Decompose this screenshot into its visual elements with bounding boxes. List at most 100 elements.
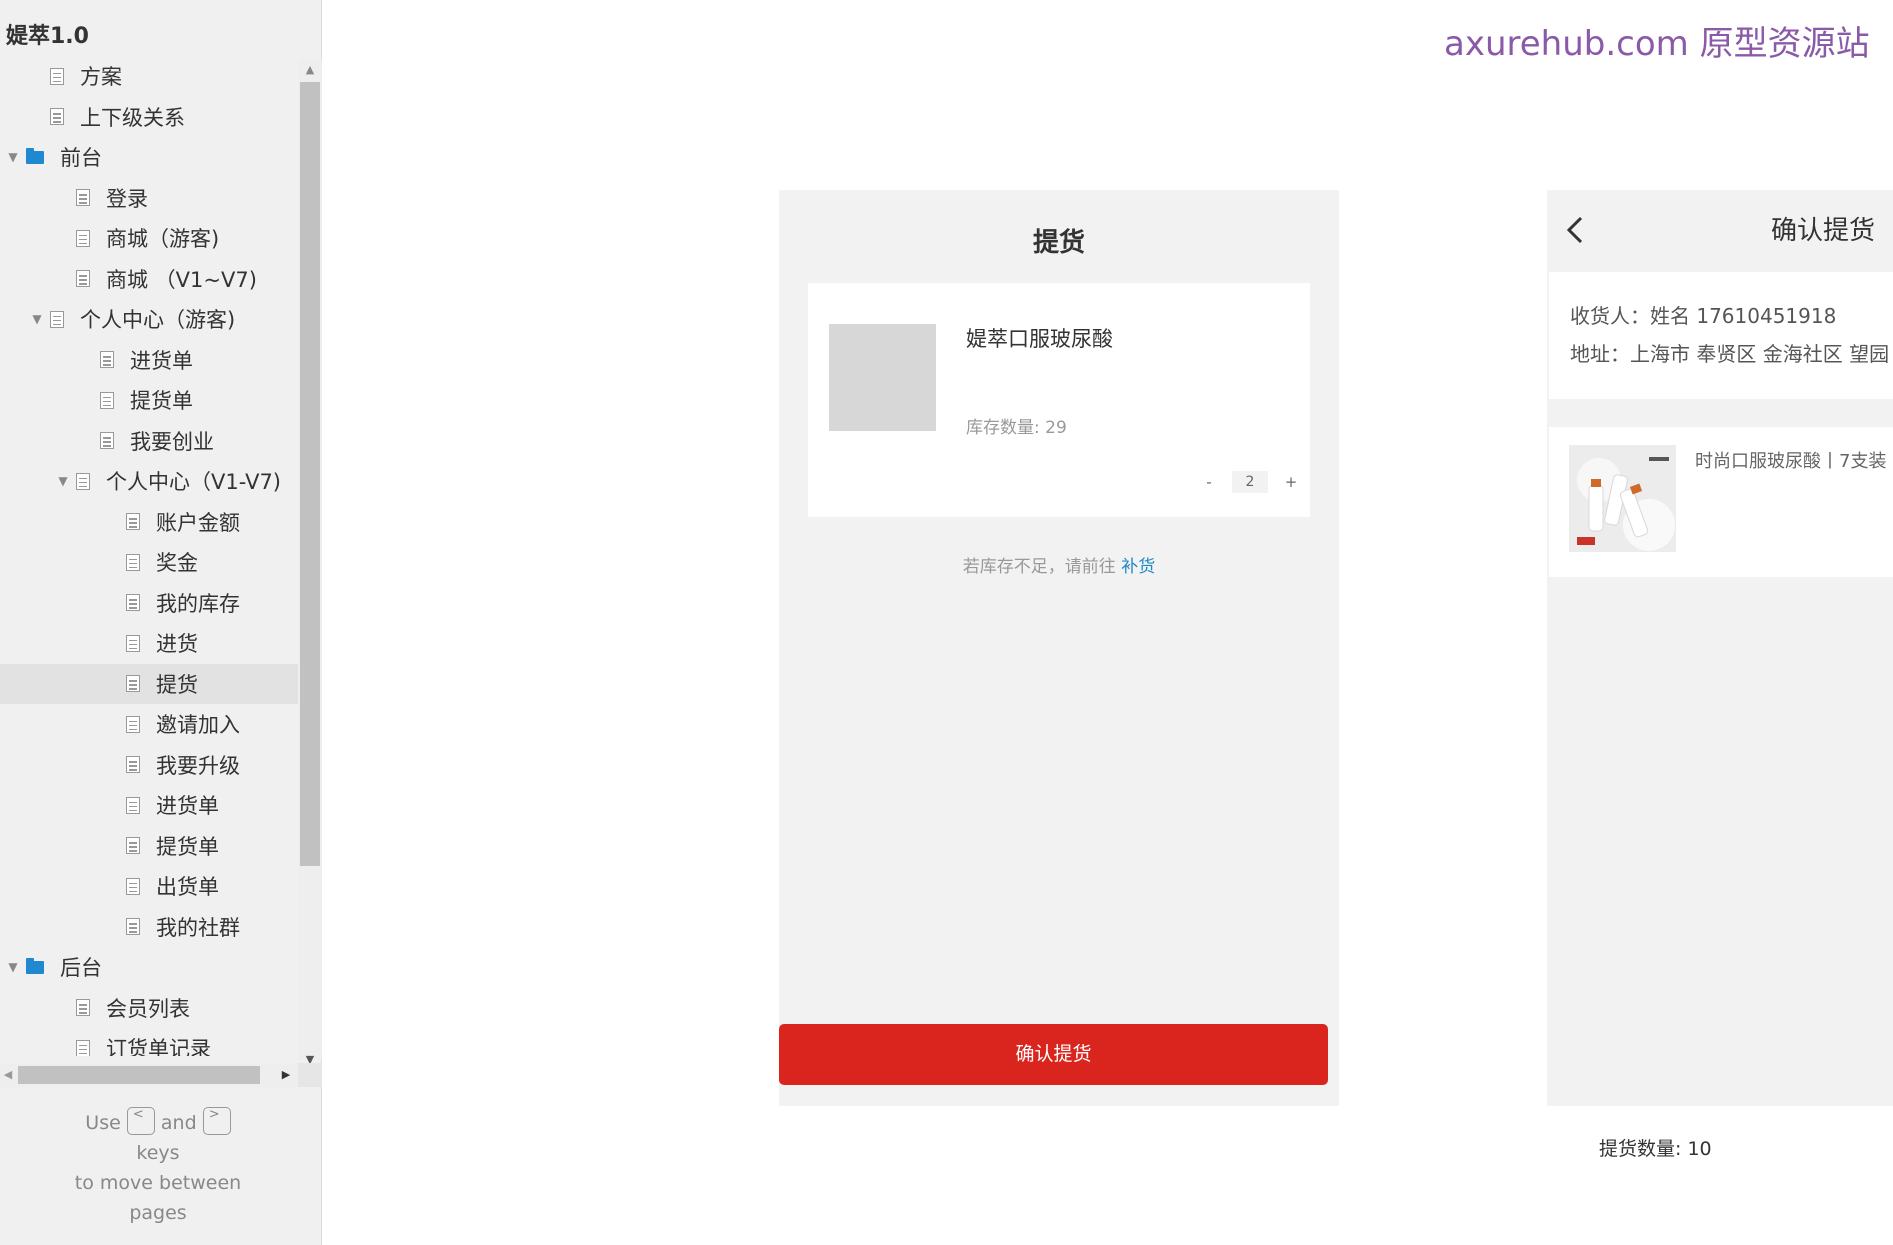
tree-node-label: 账户金额	[156, 510, 240, 535]
expand-arrow-icon[interactable]: ▼	[6, 150, 20, 164]
stock-info: 库存数量: 29	[966, 413, 1067, 438]
tree-node-label: 提货单	[130, 389, 193, 414]
help-and: and	[160, 1112, 197, 1134]
tree-node[interactable]: 我要升级	[0, 745, 298, 786]
tree-node-label: 会员列表	[106, 996, 190, 1021]
pickup-qty-value: 10	[1687, 1138, 1712, 1160]
page-icon	[100, 432, 114, 450]
tree-node[interactable]: 提货单	[0, 826, 298, 867]
page-icon	[100, 351, 114, 369]
tree-node[interactable]: 进货单	[0, 785, 298, 826]
tree-node-label: 进货	[156, 632, 198, 657]
help-keys: keys	[136, 1142, 180, 1164]
tree-node-label: 个人中心（游客)	[80, 308, 236, 333]
confirm-pickup-screen: 确认提货 收货人：姓名 17610451918 地址：上海市 奉贤区 金海社区 …	[1547, 190, 1893, 1106]
vertical-scrollbar[interactable]: ▲ ▼	[298, 60, 322, 1066]
tree-node[interactable]: 出货单	[0, 866, 298, 907]
tree-node-label: 我的库存	[156, 591, 240, 616]
goods-name: 时尚口服玻尿酸丨7支装	[1695, 451, 1887, 472]
help-move: to move between	[74, 1172, 242, 1194]
tree-node[interactable]: 会员列表	[0, 988, 298, 1029]
horizontal-scrollbar[interactable]: ◀ ▶	[0, 1063, 298, 1087]
tree-node-label: 我要创业	[130, 429, 214, 454]
expand-arrow-icon[interactable]: ▼	[6, 960, 20, 974]
tree-node-label: 商城（游客)	[106, 227, 220, 252]
tree-node[interactable]: 我的社群	[0, 907, 298, 948]
scroll-right-icon[interactable]: ▶	[278, 1063, 294, 1087]
page-icon	[126, 756, 140, 774]
pickup-screen: 提货 媞萃口服玻尿酸 库存数量: 29 - 2 + 若库存不足，请前往 补货 确…	[779, 190, 1339, 1106]
tree-node-label: 商城 （V1~V7)	[106, 267, 257, 292]
tree-node[interactable]: 提货单	[0, 380, 298, 421]
scroll-thumb[interactable]	[300, 82, 320, 866]
page-icon	[50, 310, 64, 328]
tree-node[interactable]: 邀请加入	[0, 704, 298, 745]
tree-node-label: 提货单	[156, 834, 219, 859]
tree-node[interactable]: 奖金	[0, 542, 298, 583]
tree-node-label: 进货单	[156, 794, 219, 819]
tree-node[interactable]: 上下级关系	[0, 97, 298, 138]
page-icon	[126, 553, 140, 571]
page-icon	[76, 999, 90, 1017]
goods-image	[1569, 445, 1676, 552]
tree-node-label: 个人中心（V1-V7)	[106, 470, 281, 495]
tree-node[interactable]: 我要创业	[0, 421, 298, 462]
tree-node-label: 我要升级	[156, 753, 240, 778]
tree-node-label: 前台	[60, 146, 102, 171]
tree-node[interactable]: 账户金额	[0, 502, 298, 543]
tree-node-label: 后台	[60, 956, 102, 981]
product-image	[829, 324, 936, 431]
tree-node[interactable]: 方案	[0, 56, 298, 97]
scroll-up-icon[interactable]: ▲	[298, 60, 322, 80]
tree-node[interactable]: ▼ 前台	[0, 137, 298, 178]
expand-arrow-icon[interactable]: ▼	[56, 474, 70, 488]
keyboard-help: Use < and > keys to move between pages	[40, 1106, 276, 1228]
decrease-button[interactable]: -	[1198, 473, 1220, 491]
project-title: 媞萃1.0	[6, 24, 89, 49]
scroll-corner	[298, 1063, 322, 1087]
back-arrow-icon[interactable]	[1561, 212, 1591, 248]
tree-node[interactable]: 商城（游客)	[0, 218, 298, 259]
tree-node-label: 奖金	[156, 551, 198, 576]
page-title: 确认提货	[1771, 216, 1876, 246]
quantity-stepper[interactable]: - 2 +	[1198, 471, 1302, 493]
page-icon	[50, 67, 64, 85]
page-icon	[76, 472, 90, 490]
expand-arrow-icon[interactable]: ▼	[30, 312, 44, 326]
address-card[interactable]: 收货人：姓名 17610451918 地址：上海市 奉贤区 金海社区 望园	[1549, 272, 1893, 399]
restock-link[interactable]: 补货	[1121, 557, 1155, 577]
page-icon	[76, 1039, 90, 1056]
scroll-left-icon[interactable]: ◀	[0, 1063, 16, 1087]
confirm-pickup-button[interactable]: 确认提货	[779, 1024, 1328, 1085]
page-icon	[126, 796, 140, 814]
tree-node[interactable]: ▼ 个人中心（游客)	[0, 299, 298, 340]
tree-node[interactable]: 商城 （V1~V7)	[0, 259, 298, 300]
page-icon	[126, 715, 140, 733]
page-icon	[126, 513, 140, 531]
tree-node[interactable]: 登录	[0, 178, 298, 219]
increase-button[interactable]: +	[1280, 473, 1302, 491]
product-name: 媞萃口服玻尿酸	[966, 327, 1113, 351]
folder-icon	[26, 957, 44, 974]
tree-node[interactable]: 提货	[0, 663, 298, 704]
restock-hint: 若库存不足，请前往 补货	[779, 552, 1339, 577]
tree-node-label: 登录	[106, 186, 148, 211]
sitemap-sidebar: 媞萃1.0 方案 上下级关系 ▼ 前台 登录商城（游客) 商城 （V1~V7) ▼ 个人中心（…	[0, 0, 322, 1245]
tree-node[interactable]: ▼ 个人中心（V1-V7)	[0, 461, 298, 502]
tree-node[interactable]: 进货单	[0, 340, 298, 381]
page-title: 提货	[1032, 228, 1085, 258]
tree-node[interactable]: 我的库存	[0, 583, 298, 624]
stock-value: 29	[1045, 418, 1067, 438]
hscroll-thumb[interactable]	[18, 1066, 260, 1084]
page-icon	[126, 837, 140, 855]
pickup-qty-label: 提货数量:	[1599, 1138, 1682, 1160]
tree-node-label: 进货单	[130, 348, 193, 373]
page-icon	[126, 918, 140, 936]
page-icon	[76, 189, 90, 207]
quantity-input[interactable]: 2	[1232, 471, 1268, 493]
tree-node[interactable]: ▼ 后台	[0, 947, 298, 988]
tree-node[interactable]: 订货单记录	[0, 1028, 298, 1056]
address-info: 地址：上海市 奉贤区 金海社区 望园	[1570, 342, 1890, 366]
page-icon	[50, 108, 64, 126]
tree-node[interactable]: 进货	[0, 623, 298, 664]
